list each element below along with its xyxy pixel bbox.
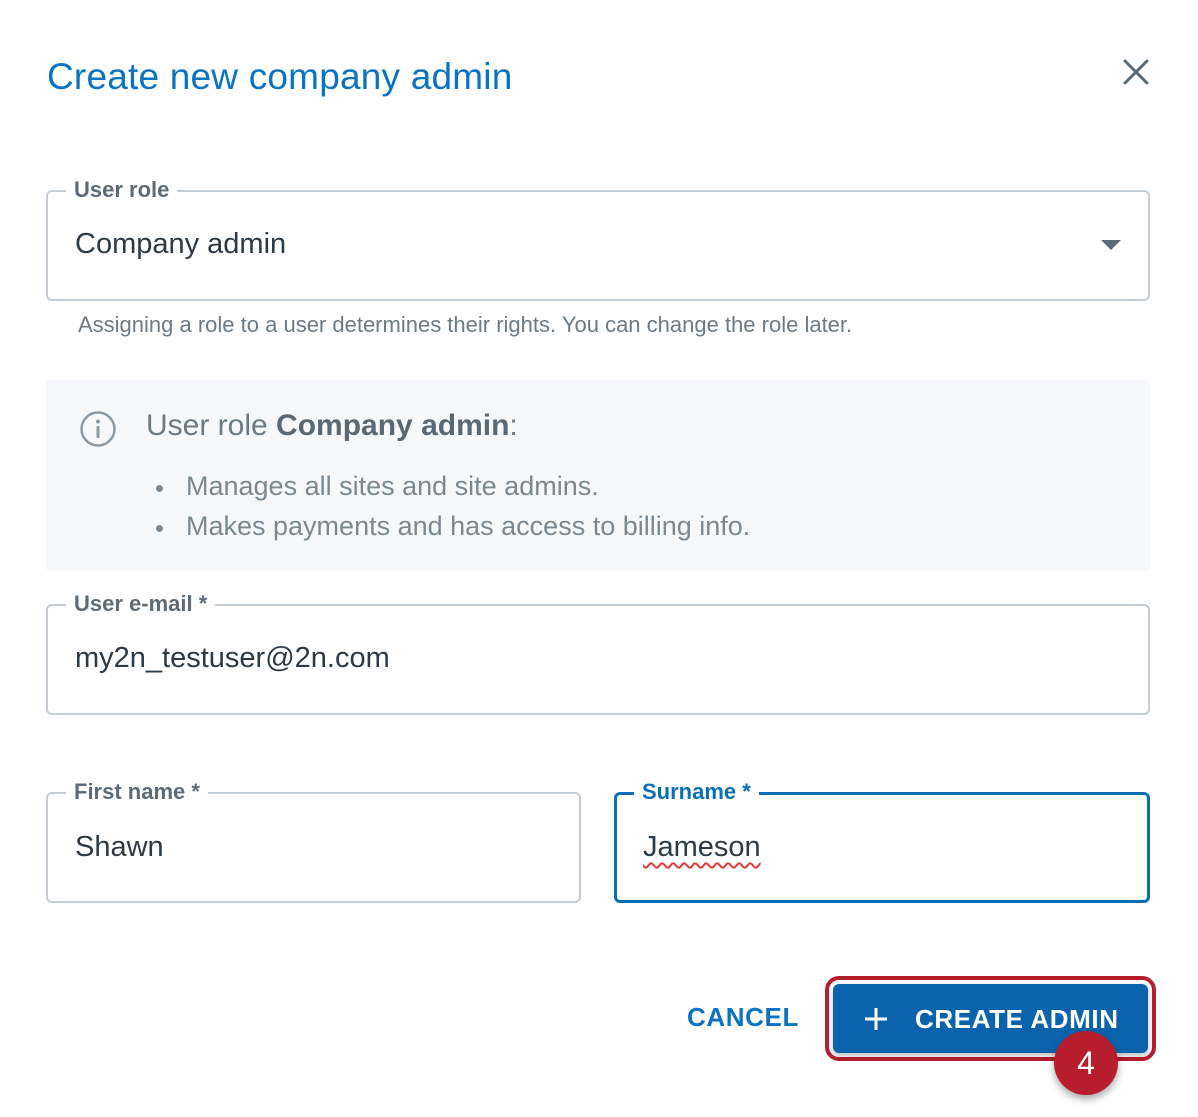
surname-value: Jameson: [643, 831, 761, 863]
dialog-title: Create new company admin: [47, 56, 513, 97]
role-info-list: Manages all sites and site admins. Makes…: [154, 466, 750, 546]
user-role-label: User role: [66, 176, 178, 204]
create-admin-dialog: Create new company admin User role Compa…: [0, 0, 1198, 1117]
first-name-field[interactable]: First name * Shawn: [46, 778, 581, 903]
list-item: Makes payments and has access to billing…: [154, 506, 750, 546]
user-role-helper-text: Assigning a role to a user determines th…: [78, 312, 853, 337]
role-info-title: User role Company admin:: [146, 409, 518, 443]
role-info-box: User role Company admin: Manages all sit…: [46, 380, 1150, 571]
role-info-title-role: Company admin: [276, 409, 510, 442]
surname-label: Surname *: [634, 778, 759, 806]
list-item: Manages all sites and site admins.: [154, 466, 750, 506]
role-info-title-prefix: User role: [146, 409, 277, 442]
email-label: User e-mail *: [66, 590, 216, 618]
dropdown-arrow-icon: [1101, 240, 1121, 250]
first-name-value: Shawn: [75, 831, 164, 863]
close-icon: [1123, 59, 1149, 85]
info-icon: [80, 411, 116, 447]
email-value: my2n_testuser@2n.com: [75, 642, 390, 674]
first-name-label: First name *: [66, 778, 208, 806]
step-number-badge: 4: [1054, 1031, 1118, 1095]
close-button[interactable]: [1118, 54, 1154, 90]
user-role-select[interactable]: User role Company admin: [46, 176, 1150, 301]
plus-icon: [865, 1008, 887, 1030]
role-info-title-suffix: :: [509, 409, 518, 442]
user-role-value: Company admin: [75, 228, 287, 260]
email-field[interactable]: User e-mail * my2n_testuser@2n.com: [46, 590, 1150, 715]
surname-field[interactable]: Surname * Jameson: [614, 778, 1150, 903]
cancel-button[interactable]: CANCEL: [673, 992, 813, 1042]
